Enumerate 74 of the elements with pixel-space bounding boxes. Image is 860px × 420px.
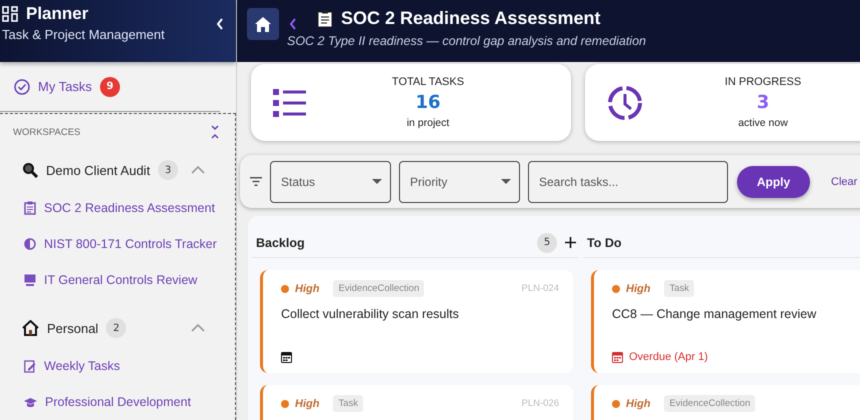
stat-value: 3 (756, 92, 770, 113)
magnifier-icon (22, 162, 38, 178)
column-count-badge: 5 (537, 232, 557, 252)
task-id: PLN-026 (522, 398, 559, 409)
stat-value: 16 (415, 92, 441, 113)
clipboard-icon (24, 201, 36, 215)
stat-caption: in project (406, 117, 450, 129)
workspace-name[interactable]: Demo Client Audit (46, 162, 150, 178)
apply-button[interactable]: Apply (737, 166, 810, 198)
priority-label: High (612, 282, 650, 294)
graduation-cap-icon (24, 396, 37, 408)
column-title: To Do (587, 236, 622, 250)
search-field[interactable]: Search tasks... (528, 160, 728, 202)
priority-select[interactable]: Priority (399, 160, 520, 202)
home-icon (255, 16, 271, 32)
caret-icon (372, 179, 382, 184)
house-icon (22, 320, 39, 336)
clock-icon (607, 84, 643, 120)
workspace-name[interactable]: Personal (47, 320, 98, 336)
clipboard-icon (317, 10, 333, 28)
project-count-badge: 3 (158, 160, 178, 180)
stat-label: IN PROGRESS (724, 76, 802, 88)
stat-label: TOTAL TASKS (392, 76, 464, 88)
page-subtitle: SOC 2 Type II readiness — control gap analysis and remediation (287, 34, 646, 48)
priority-label: High (281, 398, 320, 410)
task-tag: EvidenceCollection (664, 395, 756, 412)
task-title: CC8 — Change management review (612, 307, 818, 321)
dashboard-icon (2, 6, 18, 22)
task-id: PLN-024 (522, 283, 559, 294)
task-card[interactable]: High EvidenceCollection (591, 385, 860, 420)
half-circle-icon (24, 238, 36, 250)
home-button[interactable] (247, 8, 279, 40)
priority-label: High (612, 398, 650, 410)
task-title: Collect vulnerability scan results (281, 307, 460, 321)
task-count-badge: 9 (100, 76, 120, 96)
edit-icon (24, 360, 36, 372)
section-label: WORKSPACES (13, 126, 80, 138)
chevron-icon (191, 166, 205, 174)
clear-button[interactable]: Clear (831, 176, 858, 188)
chevron-icon (191, 324, 205, 332)
expand-toggle[interactable] (191, 324, 205, 332)
project-link[interactable]: Weekly Tasks (0, 348, 235, 384)
chevron-left-icon (289, 18, 297, 30)
plus-icon (565, 237, 576, 248)
task-tag: Task (664, 280, 694, 297)
caret-icon (501, 179, 511, 184)
chevron-left-icon (216, 18, 224, 30)
project-link[interactable]: IT General Controls Review (0, 262, 235, 298)
calendar-icon (612, 351, 623, 363)
check-circle-icon (14, 78, 30, 94)
project-count-badge: 2 (106, 318, 126, 338)
task-card[interactable]: High Task PLN-026 (260, 385, 573, 420)
filter-icon (250, 177, 262, 186)
due-date: Overdue (Apr 1) (629, 351, 708, 363)
column-title: Backlog (256, 236, 305, 250)
list-icon (273, 88, 307, 118)
task-tag: EvidenceCollection (333, 280, 424, 297)
collapse-all-icon[interactable] (211, 125, 219, 139)
calendar-icon (281, 351, 292, 363)
project-link[interactable]: Professional Development (0, 384, 235, 420)
task-tag: Task (333, 395, 363, 412)
status-select[interactable]: Status (270, 160, 391, 202)
app-title: Planner (26, 4, 88, 24)
page-title: SOC 2 Readiness Assessment (341, 8, 600, 29)
task-card[interactable]: High Task CC8 — Change management review Overdue (Apr 1) (591, 270, 860, 373)
project-link[interactable]: SOC 2 Readiness Assessment (0, 190, 235, 226)
expand-toggle[interactable] (191, 166, 205, 174)
app-subtitle: Task & Project Management (2, 27, 166, 42)
my-tasks-link[interactable]: My Tasks (38, 79, 92, 94)
task-card[interactable]: High EvidenceCollection PLN-024 Collect vulnerability scan results (260, 270, 573, 373)
project-link[interactable]: NIST 800-171 Controls Tracker (0, 226, 235, 262)
monitor-icon (24, 274, 36, 286)
stat-caption: active now (738, 117, 788, 129)
priority-label: High (281, 282, 320, 294)
